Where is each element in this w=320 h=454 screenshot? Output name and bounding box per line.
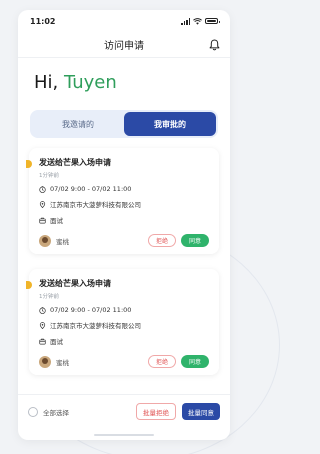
status-time: 11:02: [30, 16, 56, 26]
bell-icon[interactable]: [209, 39, 220, 51]
batch-agree-button[interactable]: 批量同意: [182, 403, 220, 420]
purpose-row: 面试: [39, 336, 209, 346]
card-footer: 蜜桃 拒绝 同意: [39, 234, 209, 247]
reject-button[interactable]: 拒绝: [147, 355, 176, 368]
battery-icon: [205, 18, 220, 24]
greeting-prefix: Hi,: [34, 72, 64, 93]
briefcase-icon: [39, 217, 46, 223]
bottom-action-bar: 全部选择 批量拒绝 批量同意: [18, 394, 230, 428]
greeting-name: Tuyen: [63, 72, 117, 93]
requester-name: 蜜桃: [56, 237, 69, 246]
time-range: 07/02 9:00 - 07/02 11:00: [50, 306, 132, 314]
agree-button[interactable]: 同意: [180, 355, 209, 368]
location-pin-icon: [39, 321, 46, 329]
request-card[interactable]: 发送给芒果入场申请 1分钟前 07/02 9:00 - 07/02 11:00 …: [26, 148, 219, 254]
location-pin-icon: [39, 200, 46, 208]
phone-screen: 11:02 访问申请 Hi, Tuyen 我邀请的 我审批的 发送给芒果入场申请…: [18, 10, 230, 440]
tab-switcher: 我邀请的 我审批的: [30, 110, 218, 138]
home-indicator: [94, 434, 154, 436]
card-footer: 蜜桃 拒绝 同意: [39, 355, 209, 368]
time-row: 07/02 9:00 - 07/02 11:00: [39, 306, 209, 314]
request-card[interactable]: 发送给芒果入场申请 1分钟前 07/02 9:00 - 07/02 11:00 …: [26, 269, 219, 375]
status-icons: [181, 17, 220, 25]
card-timestamp: 1分钟前: [39, 294, 59, 300]
card-timestamp: 1分钟前: [39, 173, 59, 179]
wifi-icon: [193, 17, 202, 25]
agree-button[interactable]: 同意: [180, 234, 209, 247]
tab-approving[interactable]: 我审批的: [124, 112, 216, 136]
batch-reject-button[interactable]: 批量拒绝: [136, 403, 176, 420]
avatar: [39, 355, 51, 368]
requester-name: 蜜桃: [56, 358, 69, 367]
purpose-text: 面试: [50, 338, 63, 346]
greeting: Hi, Tuyen: [18, 58, 230, 110]
location-row: 江苏南京市大菠萝科技有限公司: [39, 320, 209, 330]
status-dot: [26, 281, 32, 289]
status-bar: 11:02: [18, 10, 230, 32]
location-row: 江苏南京市大菠萝科技有限公司: [39, 199, 209, 209]
select-all-checkbox[interactable]: [28, 406, 38, 417]
location-text: 江苏南京市大菠萝科技有限公司: [50, 201, 141, 209]
purpose-row: 面试: [39, 215, 209, 225]
location-text: 江苏南京市大菠萝科技有限公司: [50, 322, 141, 330]
clock-icon: [39, 306, 46, 314]
page-title: 访问申请: [104, 41, 144, 52]
purpose-text: 面试: [50, 217, 63, 225]
request-list: 发送给芒果入场申请 1分钟前 07/02 9:00 - 07/02 11:00 …: [18, 148, 230, 375]
time-range: 07/02 9:00 - 07/02 11:00: [50, 185, 132, 193]
signal-icon: [181, 17, 190, 25]
time-row: 07/02 9:00 - 07/02 11:00: [39, 185, 209, 193]
reject-button[interactable]: 拒绝: [147, 234, 176, 247]
avatar: [39, 234, 51, 247]
tab-invited[interactable]: 我邀请的: [32, 112, 124, 136]
card-title: 发送给芒果入场申请: [39, 158, 111, 167]
status-dot: [26, 160, 32, 168]
briefcase-icon: [39, 338, 46, 344]
clock-icon: [39, 185, 46, 193]
card-title: 发送给芒果入场申请: [39, 279, 111, 288]
select-all-label[interactable]: 全部选择: [43, 407, 136, 417]
nav-bar: 访问申请: [18, 32, 230, 58]
